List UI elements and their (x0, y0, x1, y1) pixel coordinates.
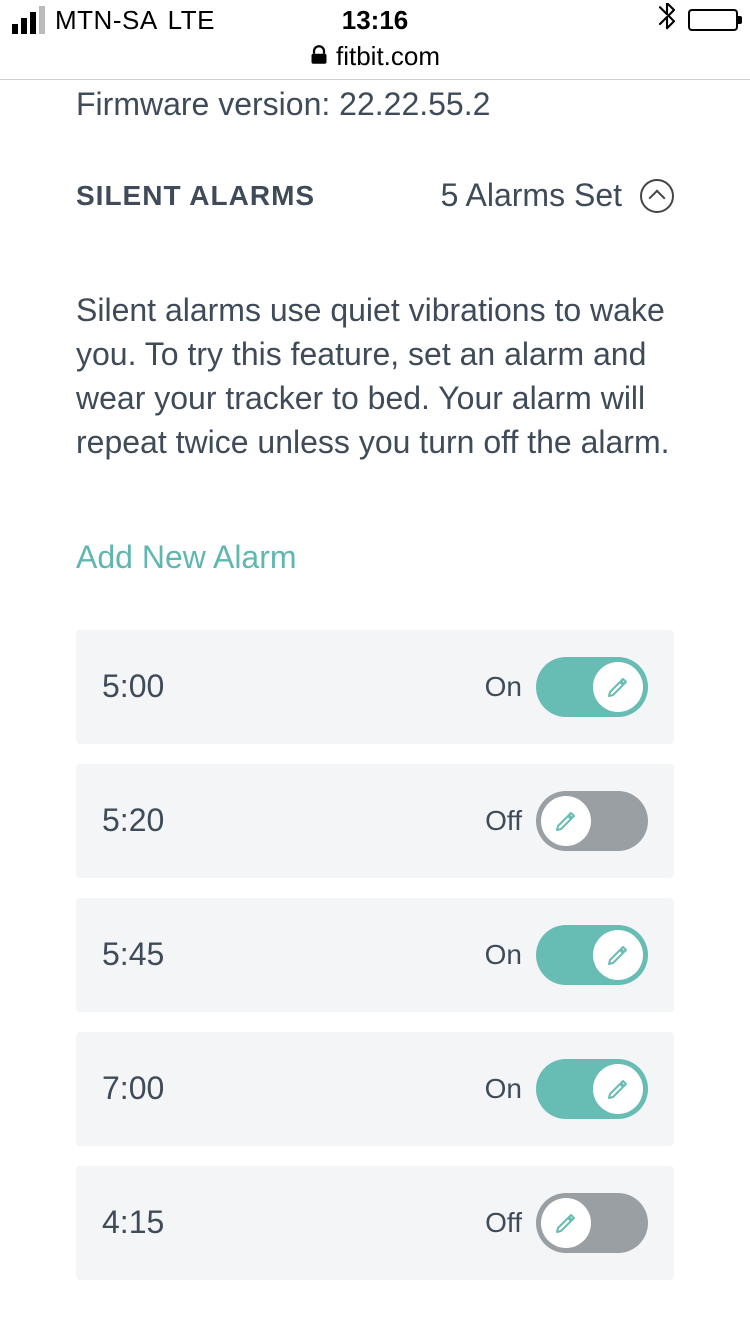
alarm-row[interactable]: 5:20 Off (76, 764, 674, 878)
section-title: SILENT ALARMS (76, 180, 315, 212)
pencil-icon (606, 943, 630, 967)
pencil-icon (606, 675, 630, 699)
toggle-knob (541, 796, 591, 846)
alarm-toggle[interactable] (536, 657, 648, 717)
pencil-icon (554, 809, 578, 833)
alarm-state-label: On (485, 939, 522, 971)
alarm-toggle[interactable] (536, 791, 648, 851)
toggle-knob (593, 930, 643, 980)
toggle-knob (593, 1064, 643, 1114)
alarm-state-label: On (485, 1073, 522, 1105)
alarm-state-label: On (485, 671, 522, 703)
firmware-version: 22.22.55.2 (339, 86, 490, 122)
toggle-knob (541, 1198, 591, 1248)
url-domain: fitbit.com (336, 41, 440, 72)
alarm-toggle[interactable] (536, 1059, 648, 1119)
lock-icon (310, 41, 328, 72)
alarm-state-label: Off (485, 805, 522, 837)
alarm-row[interactable]: 5:00 On (76, 630, 674, 744)
alarm-time: 4:15 (102, 1204, 164, 1241)
alarm-time: 7:00 (102, 1070, 164, 1107)
toggle-knob (593, 662, 643, 712)
alarms-count: 5 Alarms Set (441, 177, 622, 214)
silent-alarms-description: Silent alarms use quiet vibrations to wa… (76, 288, 674, 465)
status-time: 13:16 (0, 5, 750, 36)
pencil-icon (554, 1211, 578, 1235)
alarm-time: 5:20 (102, 802, 164, 839)
alarm-row[interactable]: 7:00 On (76, 1032, 674, 1146)
firmware-label: Firmware version: (76, 86, 330, 122)
alarm-state-label: Off (485, 1207, 522, 1239)
alarm-toggle[interactable] (536, 925, 648, 985)
alarm-toggle[interactable] (536, 1193, 648, 1253)
add-new-alarm-link[interactable]: Add New Alarm (76, 539, 674, 576)
browser-url-bar[interactable]: fitbit.com (0, 40, 750, 80)
battery-icon (688, 9, 738, 31)
pencil-icon (606, 1077, 630, 1101)
alarm-row[interactable]: 5:45 On (76, 898, 674, 1012)
alarm-time: 5:45 (102, 936, 164, 973)
silent-alarms-header[interactable]: SILENT ALARMS 5 Alarms Set (76, 177, 674, 214)
firmware-row: Firmware version: 22.22.55.2 (76, 86, 674, 123)
alarm-row[interactable]: 4:15 Off (76, 1166, 674, 1280)
status-bar: MTN-SA LTE 13:16 (0, 0, 750, 40)
alarm-time: 5:00 (102, 668, 164, 705)
chevron-up-icon[interactable] (640, 179, 674, 213)
